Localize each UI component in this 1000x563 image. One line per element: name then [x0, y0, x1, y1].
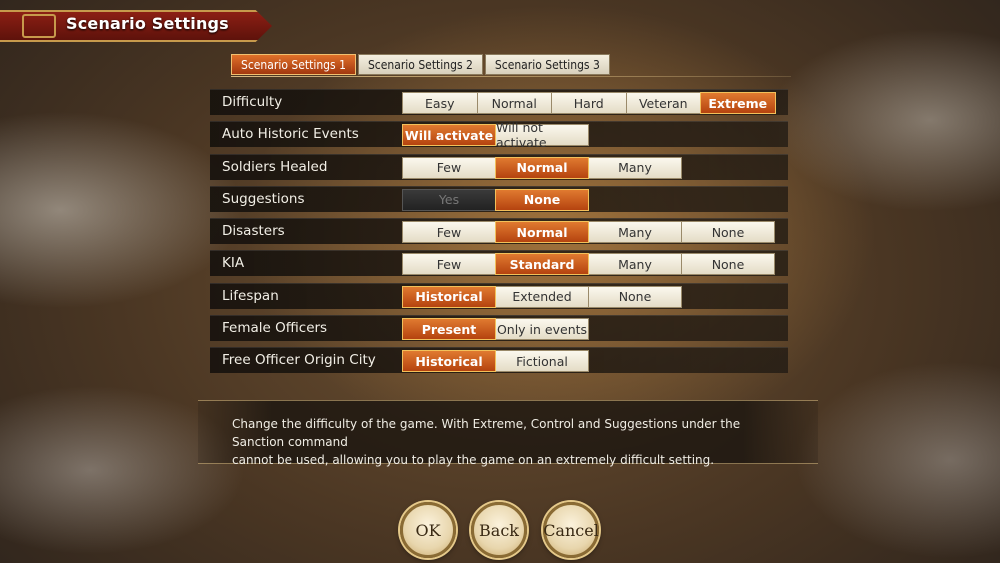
cancel-button[interactable]: Cancel — [543, 502, 599, 558]
option-group: Will activate Will not activate — [402, 120, 589, 150]
description-panel: Change the difficulty of the game. With … — [198, 400, 818, 467]
option-extreme[interactable]: Extreme — [700, 92, 776, 114]
tab-scenario-settings-1[interactable]: Scenario Settings 1 — [231, 54, 356, 75]
tab-scenario-settings-3[interactable]: Scenario Settings 3 — [484, 54, 610, 75]
option-normal[interactable]: Normal — [495, 221, 589, 244]
option-group: Yes None — [402, 188, 589, 211]
ok-button-label: OK — [415, 520, 441, 540]
option-historical[interactable]: Historical — [402, 350, 496, 373]
option-group: Historical Extended None — [402, 285, 682, 308]
back-button[interactable]: Back — [471, 502, 527, 558]
option-none[interactable]: None — [681, 221, 775, 244]
option-group: Few Normal Many None — [402, 221, 775, 244]
setting-row-disasters: Disasters Few Normal Many None — [210, 218, 788, 245]
setting-row-lifespan: Lifespan Historical Extended None — [210, 282, 788, 309]
option-normal[interactable]: Normal — [495, 156, 589, 179]
ok-button[interactable]: OK — [400, 502, 456, 558]
option-none[interactable]: None — [495, 188, 589, 211]
settings-list: Difficulty Easy Normal Hard Veteran Extr… — [210, 89, 788, 380]
setting-label: Soldiers Healed — [222, 158, 328, 175]
option-will-activate[interactable]: Will activate — [402, 124, 496, 147]
tab-divider — [231, 76, 791, 77]
setting-label: Female Officers — [222, 320, 328, 337]
option-yes: Yes — [402, 188, 496, 211]
setting-label: Suggestions — [222, 190, 305, 207]
option-few[interactable]: Few — [402, 221, 496, 244]
option-veteran[interactable]: Veteran — [625, 92, 701, 114]
option-only-in-events[interactable]: Only in events — [495, 318, 589, 341]
option-many[interactable]: Many — [588, 221, 682, 244]
option-fictional[interactable]: Fictional — [495, 350, 589, 373]
setting-row-difficulty: Difficulty Easy Normal Hard Veteran Extr… — [210, 89, 788, 115]
option-many[interactable]: Many — [588, 156, 682, 179]
tab-scenario-settings-2[interactable]: Scenario Settings 2 — [357, 54, 483, 75]
back-button-label: Back — [479, 520, 519, 540]
setting-label: Disasters — [222, 223, 285, 240]
option-group: Few Standard Many None — [402, 253, 775, 276]
option-group: Present Only in events — [402, 318, 589, 341]
cancel-button-label: Cancel — [543, 520, 599, 540]
page-title: Scenario Settings — [66, 14, 229, 33]
setting-row-kia: KIA Few Standard Many None — [210, 250, 788, 277]
setting-row-suggestions: Suggestions Yes None — [210, 185, 788, 212]
option-none[interactable]: None — [681, 253, 775, 276]
setting-label: KIA — [222, 255, 245, 272]
option-extended[interactable]: Extended — [495, 285, 589, 308]
setting-label: Lifespan — [222, 287, 279, 304]
setting-row-auto-historic-events: Auto Historic Events Will activate Will … — [210, 120, 788, 150]
setting-row-free-officer-origin-city: Free Officer Origin City Historical Fict… — [210, 347, 788, 374]
tab-bar: Scenario Settings 1 Scenario Settings 2 … — [231, 54, 612, 75]
setting-row-female-officers: Female Officers Present Only in events — [210, 315, 788, 342]
option-few[interactable]: Few — [402, 156, 496, 179]
option-historical[interactable]: Historical — [402, 285, 496, 308]
description-line-1: Change the difficulty of the game. With … — [232, 417, 741, 449]
option-easy[interactable]: Easy — [402, 92, 478, 114]
setting-label: Difficulty — [222, 94, 283, 110]
option-few[interactable]: Few — [402, 253, 496, 276]
description-line-2: cannot be used, allowing you to play the… — [232, 453, 715, 467]
option-normal[interactable]: Normal — [476, 92, 552, 114]
setting-label: Auto Historic Events — [222, 126, 359, 143]
description-text: Change the difficulty of the game. With … — [232, 415, 792, 469]
option-standard[interactable]: Standard — [495, 253, 589, 276]
option-hard[interactable]: Hard — [551, 92, 627, 114]
option-present[interactable]: Present — [402, 318, 496, 341]
option-group: Few Normal Many — [402, 156, 682, 179]
option-will-not-activate[interactable]: Will not activate — [495, 120, 589, 150]
setting-label: Free Officer Origin City — [222, 352, 376, 369]
setting-row-soldiers-healed: Soldiers Healed Few Normal Many — [210, 153, 788, 180]
option-group: Historical Fictional — [402, 350, 589, 373]
banner-ornament-icon — [22, 14, 56, 38]
option-group: Easy Normal Hard Veteran Extreme — [402, 92, 776, 114]
option-none[interactable]: None — [588, 285, 682, 308]
option-many[interactable]: Many — [588, 253, 682, 276]
